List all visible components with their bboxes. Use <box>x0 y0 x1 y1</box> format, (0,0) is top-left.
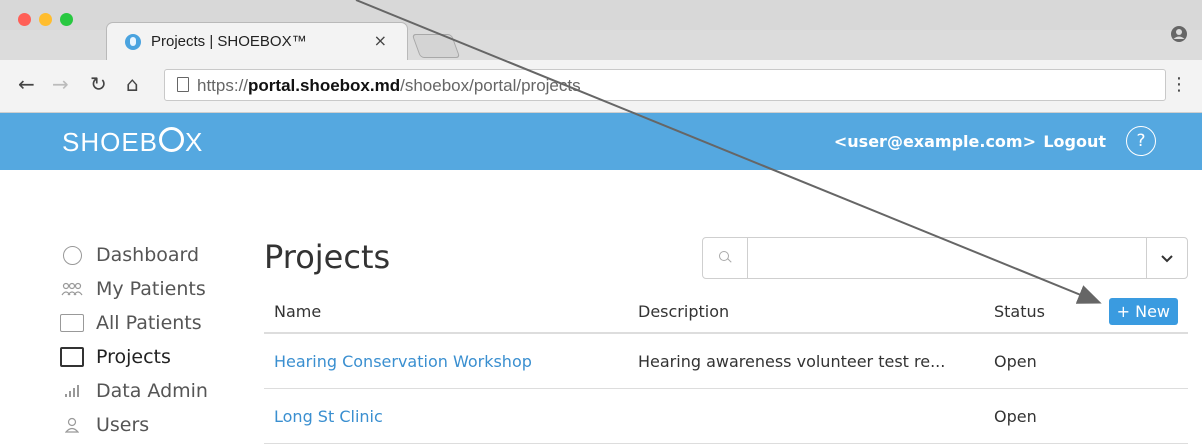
briefcase-icon <box>60 314 84 332</box>
table-row[interactable]: Hearing Conservation Workshop Hearing aw… <box>264 333 1188 389</box>
sidebar-item-dashboard[interactable]: Dashboard <box>60 238 208 272</box>
browser-toolbar: ← → ↻ ⌂ https://portal.shoebox.md/shoebo… <box>0 60 1202 113</box>
logo-o-icon <box>159 127 185 152</box>
new-tab-button[interactable] <box>411 34 461 58</box>
sidebar-item-label: Dashboard <box>96 244 200 266</box>
table-row[interactable]: Long St Clinic Open <box>264 388 1188 444</box>
column-header-status[interactable]: Status <box>984 290 1094 334</box>
row-spacer <box>1094 333 1188 389</box>
user-email: <user@example.com> <box>833 132 1036 151</box>
reload-icon[interactable]: ↻ <box>90 74 107 94</box>
tab-title: Projects | SHOEBOX™ <box>151 33 307 50</box>
project-name-cell: Long St Clinic <box>264 388 628 444</box>
sidebar-item-label: My Patients <box>96 278 206 300</box>
project-status-cell: Open <box>984 388 1094 444</box>
sidebar-item-users[interactable]: Users <box>60 408 208 442</box>
project-name-cell: Hearing Conservation Workshop <box>264 333 628 389</box>
search-input[interactable] <box>749 239 1133 277</box>
project-description-cell <box>628 388 984 444</box>
logout-link[interactable]: Logout <box>1043 132 1106 151</box>
shoebox-favicon-icon <box>125 34 141 50</box>
page-info-icon <box>177 77 189 92</box>
sidebar-item-label: Users <box>96 414 150 436</box>
chevron-down-icon[interactable] <box>1146 238 1187 278</box>
help-button[interactable]: ? <box>1126 126 1156 156</box>
column-header-name[interactable]: Name <box>264 290 628 334</box>
minimize-window-button[interactable] <box>39 13 52 26</box>
window-controls <box>18 13 73 26</box>
shoebox-logo[interactable]: SHOEB X <box>62 127 203 158</box>
url-text: https://portal.shoebox.md/shoebox/portal… <box>197 76 581 95</box>
bar-chart-icon <box>60 384 84 398</box>
project-link[interactable]: Hearing Conservation Workshop <box>274 352 532 371</box>
sidebar-item-projects[interactable]: Projects <box>60 340 208 374</box>
app-header: SHOEB X <user@example.com> Logout ? <box>0 113 1202 170</box>
home-icon[interactable]: ⌂ <box>126 74 139 94</box>
search-group <box>702 237 1188 279</box>
sidebar-item-my-patients[interactable]: My Patients <box>60 272 208 306</box>
row-spacer <box>1094 388 1188 444</box>
projects-table: Name Description Status + New Hearing Co… <box>264 290 1188 444</box>
dashboard-pie-icon <box>60 245 84 265</box>
sidebar: Dashboard My Patients All Patients Proje… <box>60 238 208 442</box>
sidebar-item-label: All Patients <box>96 312 202 334</box>
profile-icon[interactable] <box>1170 25 1188 48</box>
browser-chrome: Projects | SHOEBOX™ × <box>0 0 1202 68</box>
sidebar-item-label: Data Admin <box>96 380 208 402</box>
browser-menu-icon[interactable]: ⋮ <box>1170 74 1188 95</box>
project-link[interactable]: Long St Clinic <box>274 407 383 426</box>
maximize-window-button[interactable] <box>60 13 73 26</box>
close-window-button[interactable] <box>18 13 31 26</box>
address-bar[interactable]: https://portal.shoebox.md/shoebox/portal… <box>164 69 1166 101</box>
tab-close-icon[interactable]: × <box>374 31 387 50</box>
people-icon <box>60 282 84 296</box>
sidebar-item-all-patients[interactable]: All Patients <box>60 306 208 340</box>
back-arrow-icon[interactable]: ← <box>18 74 35 94</box>
project-status-cell: Open <box>984 333 1094 389</box>
table-header-row: Name Description Status + New <box>264 290 1188 334</box>
browser-tab[interactable]: Projects | SHOEBOX™ × <box>106 22 408 61</box>
project-description-cell: Hearing awareness volunteer test re... <box>628 333 984 389</box>
forward-arrow-icon[interactable]: → <box>52 74 69 94</box>
new-project-button[interactable]: + New <box>1108 297 1178 325</box>
sidebar-item-label: Projects <box>96 346 171 368</box>
column-header-description[interactable]: Description <box>628 290 984 334</box>
page-title: Projects <box>264 238 391 276</box>
search-icon <box>703 238 748 278</box>
user-icon <box>60 417 84 433</box>
new-button-cell: + New <box>1094 290 1188 334</box>
sidebar-item-data-admin[interactable]: Data Admin <box>60 374 208 408</box>
folder-icon <box>60 347 84 367</box>
